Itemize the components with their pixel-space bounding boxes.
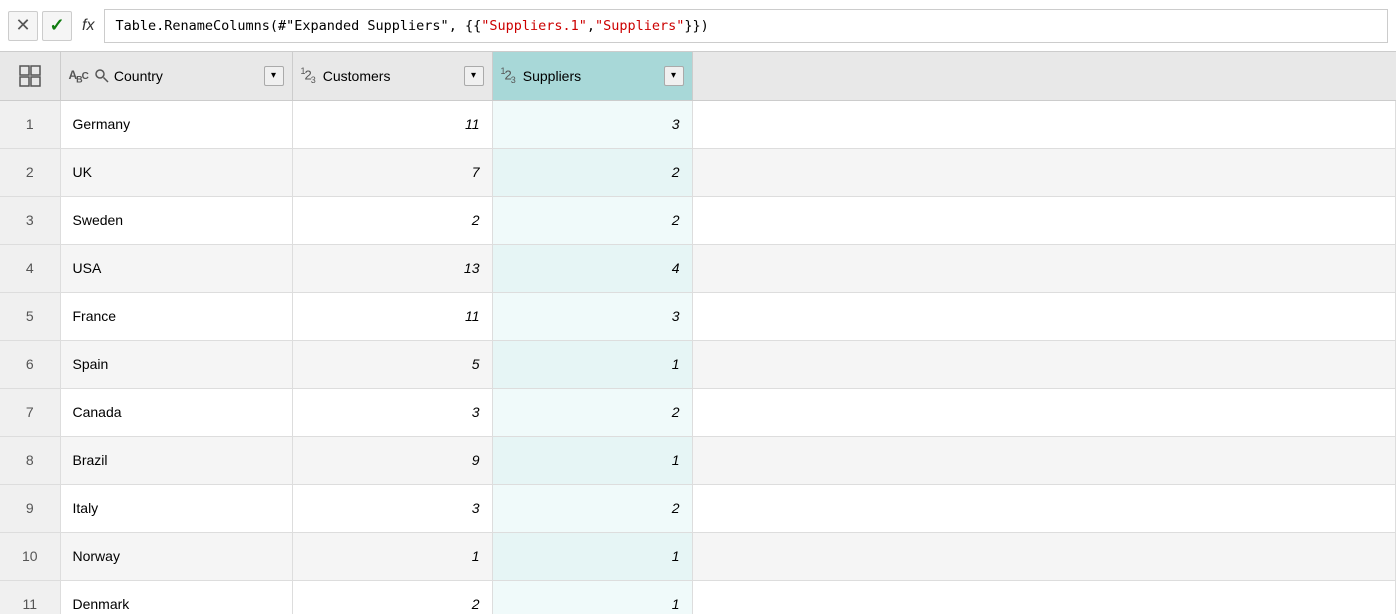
empty-cell — [692, 244, 1396, 292]
cell-suppliers: 1 — [492, 532, 692, 580]
row-number: 4 — [0, 244, 60, 292]
formula-text-suffix: }}) — [684, 18, 708, 34]
formula-display[interactable]: Table.RenameColumns(#"Expanded Suppliers… — [104, 9, 1388, 43]
table-row: 4 USA 13 4 — [0, 244, 1396, 292]
table-row: 10 Norway 1 1 — [0, 532, 1396, 580]
row-number: 3 — [0, 196, 60, 244]
empty-cell — [692, 532, 1396, 580]
empty-cell — [692, 340, 1396, 388]
cell-suppliers: 4 — [492, 244, 692, 292]
empty-cell — [692, 484, 1396, 532]
formula-text-prefix: Table.RenameColumns(#"Expanded Suppliers… — [115, 18, 481, 34]
confirm-button[interactable]: ✓ — [42, 11, 72, 41]
cell-suppliers: 1 — [492, 340, 692, 388]
cell-country: Italy — [60, 484, 292, 532]
column-customers-label: Customers — [323, 68, 391, 84]
column-country-dropdown[interactable]: ▾ — [264, 66, 284, 86]
empty-cell — [692, 292, 1396, 340]
table-grid-icon — [19, 65, 41, 87]
row-number: 5 — [0, 292, 60, 340]
column-header-customers[interactable]: 123 Customers ▾ — [292, 52, 492, 100]
table-row: 7 Canada 3 2 — [0, 388, 1396, 436]
cell-country: UK — [60, 148, 292, 196]
table-row: 2 UK 7 2 — [0, 148, 1396, 196]
column-suppliers-dropdown[interactable]: ▾ — [664, 66, 684, 86]
empty-cell — [692, 436, 1396, 484]
row-number: 9 — [0, 484, 60, 532]
column-suppliers-label: Suppliers — [523, 68, 581, 84]
fx-label: fx — [76, 17, 100, 35]
cell-country: France — [60, 292, 292, 340]
column-country-label: Country — [114, 68, 163, 84]
formula-text-arg1: "Suppliers.1" — [481, 18, 587, 34]
cell-customers: 2 — [292, 196, 492, 244]
cell-country: Norway — [60, 532, 292, 580]
table-row: 5 France 11 3 — [0, 292, 1396, 340]
cell-customers: 11 — [292, 292, 492, 340]
cell-customers: 11 — [292, 100, 492, 148]
column-header-suppliers[interactable]: 123 Suppliers ▾ — [492, 52, 692, 100]
cell-suppliers: 3 — [492, 100, 692, 148]
cell-suppliers: 1 — [492, 436, 692, 484]
cell-customers: 13 — [292, 244, 492, 292]
data-table: ABC Country ▾ 123 Customers ▾ — [0, 52, 1396, 614]
table-row: 1 Germany 11 3 — [0, 100, 1396, 148]
empty-cell — [692, 580, 1396, 614]
cell-customers: 5 — [292, 340, 492, 388]
cell-customers: 3 — [292, 484, 492, 532]
row-number: 6 — [0, 340, 60, 388]
empty-cell — [692, 148, 1396, 196]
cell-suppliers: 2 — [492, 484, 692, 532]
row-number: 10 — [0, 532, 60, 580]
cell-country: Sweden — [60, 196, 292, 244]
cell-customers: 3 — [292, 388, 492, 436]
cell-suppliers: 2 — [492, 148, 692, 196]
table-icon-cell — [0, 52, 60, 100]
table-row: 9 Italy 3 2 — [0, 484, 1396, 532]
cell-suppliers: 2 — [492, 196, 692, 244]
check-icon: ✓ — [49, 15, 64, 36]
cell-country: Brazil — [60, 436, 292, 484]
number-type-icon-customers: 123 — [301, 66, 315, 85]
table-row: 3 Sweden 2 2 — [0, 196, 1396, 244]
cell-suppliers: 2 — [492, 388, 692, 436]
table-row: 8 Brazil 9 1 — [0, 436, 1396, 484]
cell-country: Denmark — [60, 580, 292, 614]
column-header-country[interactable]: ABC Country ▾ — [60, 52, 292, 100]
cell-customers: 2 — [292, 580, 492, 614]
column-customers-dropdown[interactable]: ▾ — [464, 66, 484, 86]
row-number: 8 — [0, 436, 60, 484]
row-number: 2 — [0, 148, 60, 196]
row-number: 1 — [0, 100, 60, 148]
search-icon — [94, 68, 110, 84]
empty-header — [692, 52, 1396, 100]
number-type-icon-suppliers: 123 — [501, 66, 515, 85]
cell-country: Germany — [60, 100, 292, 148]
cell-customers: 7 — [292, 148, 492, 196]
cell-customers: 9 — [292, 436, 492, 484]
formula-bar: ✕ ✓ fx Table.RenameColumns(#"Expanded Su… — [0, 0, 1396, 52]
table-container: ABC Country ▾ 123 Customers ▾ — [0, 52, 1396, 614]
cell-country: USA — [60, 244, 292, 292]
cell-customers: 1 — [292, 532, 492, 580]
cell-suppliers: 3 — [492, 292, 692, 340]
cell-suppliers: 1 — [492, 580, 692, 614]
empty-cell — [692, 196, 1396, 244]
cell-country: Canada — [60, 388, 292, 436]
empty-cell — [692, 388, 1396, 436]
table-row: 11 Denmark 2 1 — [0, 580, 1396, 614]
row-number: 7 — [0, 388, 60, 436]
table-body: 1 Germany 11 3 2 UK 7 2 3 Sweden 2 2 4 U… — [0, 100, 1396, 614]
empty-cell — [692, 100, 1396, 148]
row-number: 11 — [0, 580, 60, 614]
cell-country: Spain — [60, 340, 292, 388]
formula-text-arg2: "Suppliers" — [595, 18, 684, 34]
cancel-button[interactable]: ✕ — [8, 11, 38, 41]
table-row: 6 Spain 5 1 — [0, 340, 1396, 388]
text-type-icon: ABC — [69, 68, 88, 84]
close-icon: ✕ — [15, 15, 30, 36]
table-header-row: ABC Country ▾ 123 Customers ▾ — [0, 52, 1396, 100]
formula-text-comma: , — [587, 18, 595, 34]
